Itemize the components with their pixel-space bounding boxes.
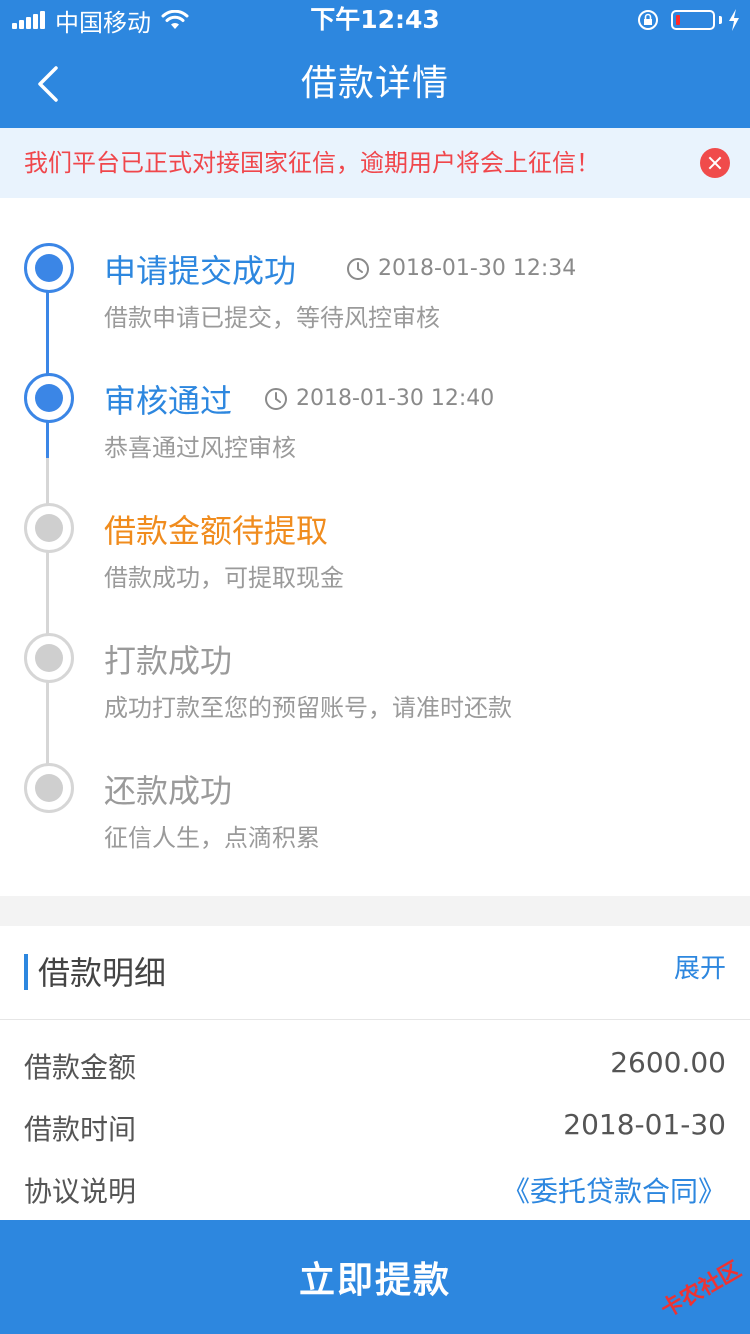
page-title: 借款详情 xyxy=(300,63,449,104)
step-time-text: 2018-01-30 12:34 xyxy=(378,256,577,281)
notice-text: 我们平台已正式对接国家征信，逾期用户将会上征信！ xyxy=(24,149,600,177)
withdraw-button[interactable]: 立即提款 xyxy=(0,1220,750,1334)
row-value: 2600.00 xyxy=(610,1046,726,1079)
step-done-indicator xyxy=(24,373,74,423)
details-title: 借款明细 xyxy=(38,954,167,992)
rotation-lock-icon xyxy=(638,10,658,30)
step-desc: 借款成功，可提取现金 xyxy=(104,564,344,592)
battery-tip xyxy=(719,16,722,24)
header-accent-bar xyxy=(24,954,28,990)
charging-icon xyxy=(729,9,739,31)
nav-bar: 借款详情 xyxy=(0,40,750,128)
progress-timeline: 申请提交成功 2018-01-30 12:34 借款申请已提交，等待风控审核 审… xyxy=(0,198,750,896)
step-done-indicator xyxy=(24,243,74,293)
step-time-text: 2018-01-30 12:40 xyxy=(296,386,495,411)
notice-banner: 我们平台已正式对接国家征信，逾期用户将会上征信！ xyxy=(0,128,750,198)
details-header: 借款明细 展开 xyxy=(0,926,750,1020)
step-desc: 借款申请已提交，等待风控审核 xyxy=(104,304,440,332)
step-pending-indicator xyxy=(24,633,74,683)
agreement-link[interactable]: 《委托贷款合同》 xyxy=(502,1170,726,1210)
row-value: 2018-01-30 xyxy=(563,1108,726,1141)
top-bar: 中国移动 下午12:43 借款详情 xyxy=(0,0,750,128)
status-bar: 中国移动 下午12:43 xyxy=(0,0,750,40)
battery-icon xyxy=(671,10,715,30)
step-title: 借款金额待提取 xyxy=(104,512,329,550)
row-label: 借款金额 xyxy=(24,1051,137,1084)
step-time: 2018-01-30 12:40 xyxy=(264,386,494,411)
step-desc: 成功打款至您的预留账号，请准时还款 xyxy=(104,694,512,722)
section-divider xyxy=(0,896,750,926)
step-title: 申请提交成功 xyxy=(104,252,297,290)
step-pending-indicator xyxy=(24,763,74,813)
clock-icon xyxy=(265,387,287,410)
clock-icon xyxy=(347,257,369,280)
step-desc: 征信人生，点滴积累 xyxy=(104,824,320,852)
step-title: 还款成功 xyxy=(104,772,233,810)
timeline-line-done xyxy=(46,268,49,458)
expand-button[interactable]: 展开 xyxy=(674,926,726,1012)
close-icon[interactable] xyxy=(700,148,730,178)
step-title: 打款成功 xyxy=(104,642,233,680)
step-title: 审核通过 xyxy=(104,382,233,420)
row-label: 协议说明 xyxy=(24,1175,137,1208)
step-desc: 恭喜通过风控审核 xyxy=(104,434,296,462)
row-label: 借款时间 xyxy=(24,1113,137,1146)
step-time: 2018-01-30 12:34 xyxy=(346,256,576,281)
status-right xyxy=(637,6,740,34)
step-pending-indicator xyxy=(24,503,74,553)
